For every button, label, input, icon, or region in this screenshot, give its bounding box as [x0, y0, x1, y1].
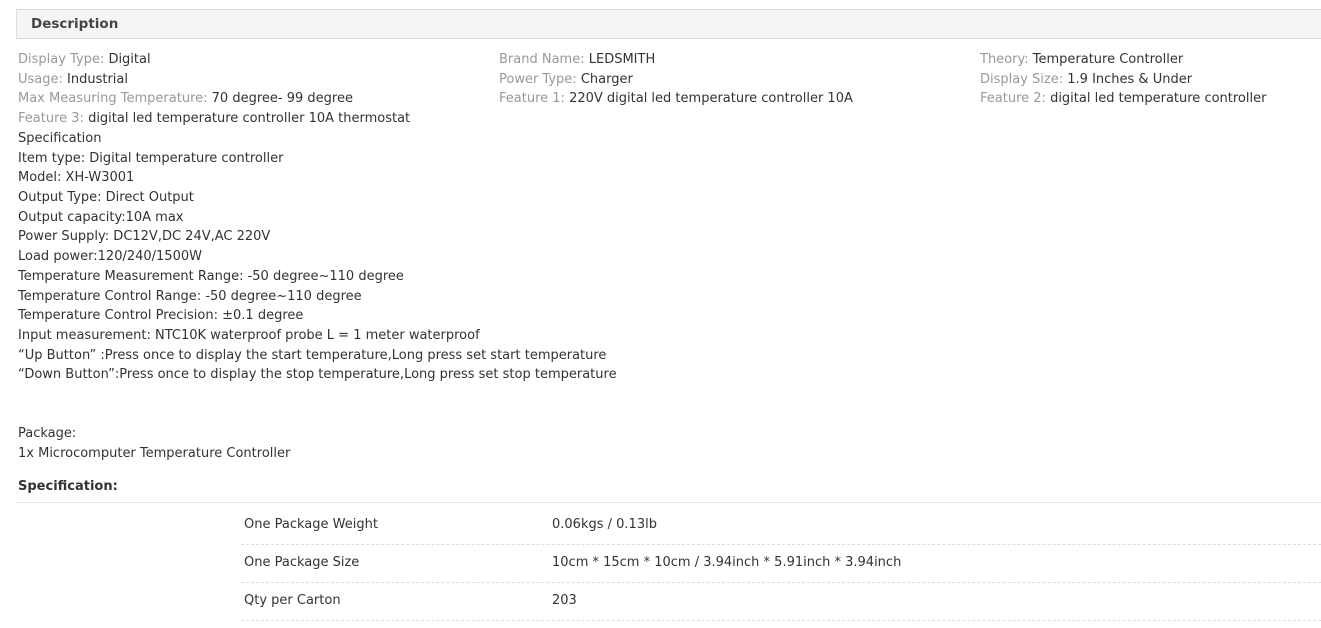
attribute-feature-1: Feature 1: 220V digital led temperature … — [499, 89, 853, 109]
attribute-feature-3: Feature 3: digital led temperature contr… — [18, 109, 410, 129]
attribute-value: digital led temperature controller 10A t… — [88, 111, 411, 126]
spec-text-line: Output Type: Direct Output — [18, 190, 194, 206]
spec-row-label: One Package Weight — [244, 517, 378, 532]
attribute-value: 1.9 Inches & Under — [1067, 72, 1193, 87]
divider — [16, 502, 1321, 503]
attribute-name: Display Type: — [18, 52, 105, 67]
spec-row-value: 10cm * 15cm * 10cm / 3.94inch * 5.91inch… — [552, 555, 902, 570]
attribute-name: Feature 1: — [499, 91, 565, 106]
spec-row-label: Qty per Carton — [244, 593, 341, 608]
spec-text-line: Load power:120/240/1500W — [18, 249, 202, 265]
package-content: 1x Microcomputer Temperature Controller — [18, 445, 291, 461]
attribute-value: Industrial — [67, 72, 129, 87]
spec-text-line: Item type: Digital temperature controlle… — [18, 150, 284, 166]
table-row: One Package Weight 0.06kgs / 0.13lb — [241, 507, 1321, 545]
attribute-value: Digital — [108, 52, 151, 67]
attribute-name: Feature 2: — [980, 91, 1046, 106]
spec-text-line: “Up Button” :Press once to display the s… — [18, 347, 607, 363]
description-title: Description — [31, 16, 119, 32]
specification-text: Specification Item type: Digital tempera… — [18, 129, 617, 385]
attribute-value: Temperature Controller — [1032, 52, 1184, 67]
attribute-usage: Usage: Industrial — [18, 70, 128, 90]
spec-text-line: “Down Button”:Press once to display the … — [18, 367, 617, 383]
attribute-name: Feature 3: — [18, 111, 84, 126]
attribute-theory: Theory: Temperature Controller — [980, 50, 1183, 70]
spec-text-line: Input measurement: NTC10K waterproof pro… — [18, 327, 480, 343]
attribute-feature-2: Feature 2: digital led temperature contr… — [980, 89, 1266, 109]
specification-title: Specification: — [18, 479, 118, 494]
attribute-name: Theory: — [980, 52, 1029, 67]
attribute-value: digital led temperature controller — [1050, 91, 1267, 106]
attribute-max-measuring-temperature: Max Measuring Temperature: 70 degree- 99… — [18, 89, 353, 109]
attribute-name: Power Type: — [499, 72, 577, 87]
spec-text-line: Temperature Control Range: -50 degree~11… — [18, 288, 362, 304]
specification-table: One Package Weight 0.06kgs / 0.13lb One … — [241, 507, 1321, 621]
attribute-power-type: Power Type: Charger — [499, 70, 633, 90]
package-label: Package: — [18, 426, 77, 441]
table-row: One Package Size 10cm * 15cm * 10cm / 3.… — [241, 545, 1321, 583]
attribute-brand-name: Brand Name: LEDSMITH — [499, 50, 655, 70]
spec-row-label: One Package Size — [244, 555, 360, 570]
attribute-name: Display Size: — [980, 72, 1064, 87]
attribute-name: Max Measuring Temperature: — [18, 91, 208, 106]
spec-text-line: Temperature Measurement Range: -50 degre… — [18, 268, 404, 284]
spec-row-value: 203 — [552, 593, 577, 608]
attribute-display-size: Display Size: 1.9 Inches & Under — [980, 70, 1192, 90]
attribute-name: Usage: — [18, 72, 63, 87]
attribute-value: 220V digital led temperature controller … — [569, 91, 853, 106]
spec-text-line: Output capacity:10A max — [18, 209, 184, 225]
spec-row-value: 0.06kgs / 0.13lb — [552, 517, 657, 532]
spec-text-line: Temperature Control Precision: ±0.1 degr… — [18, 308, 304, 324]
spec-text-line: Specification — [18, 131, 102, 146]
attribute-display-type: Display Type: Digital — [18, 50, 151, 70]
attribute-value: Charger — [580, 72, 633, 87]
attribute-value: LEDSMITH — [588, 52, 656, 67]
spec-text-line: Power Supply: DC12V,DC 24V,AC 220V — [18, 229, 271, 245]
spec-text-line: Model: XH-W3001 — [18, 170, 135, 186]
table-row: Qty per Carton 203 — [241, 583, 1321, 621]
attribute-name: Brand Name: — [499, 52, 585, 67]
description-header: Description — [16, 9, 1321, 39]
package-section: Package: 1x Microcomputer Temperature Co… — [18, 424, 290, 463]
attribute-value: 70 degree- 99 degree — [211, 91, 353, 106]
